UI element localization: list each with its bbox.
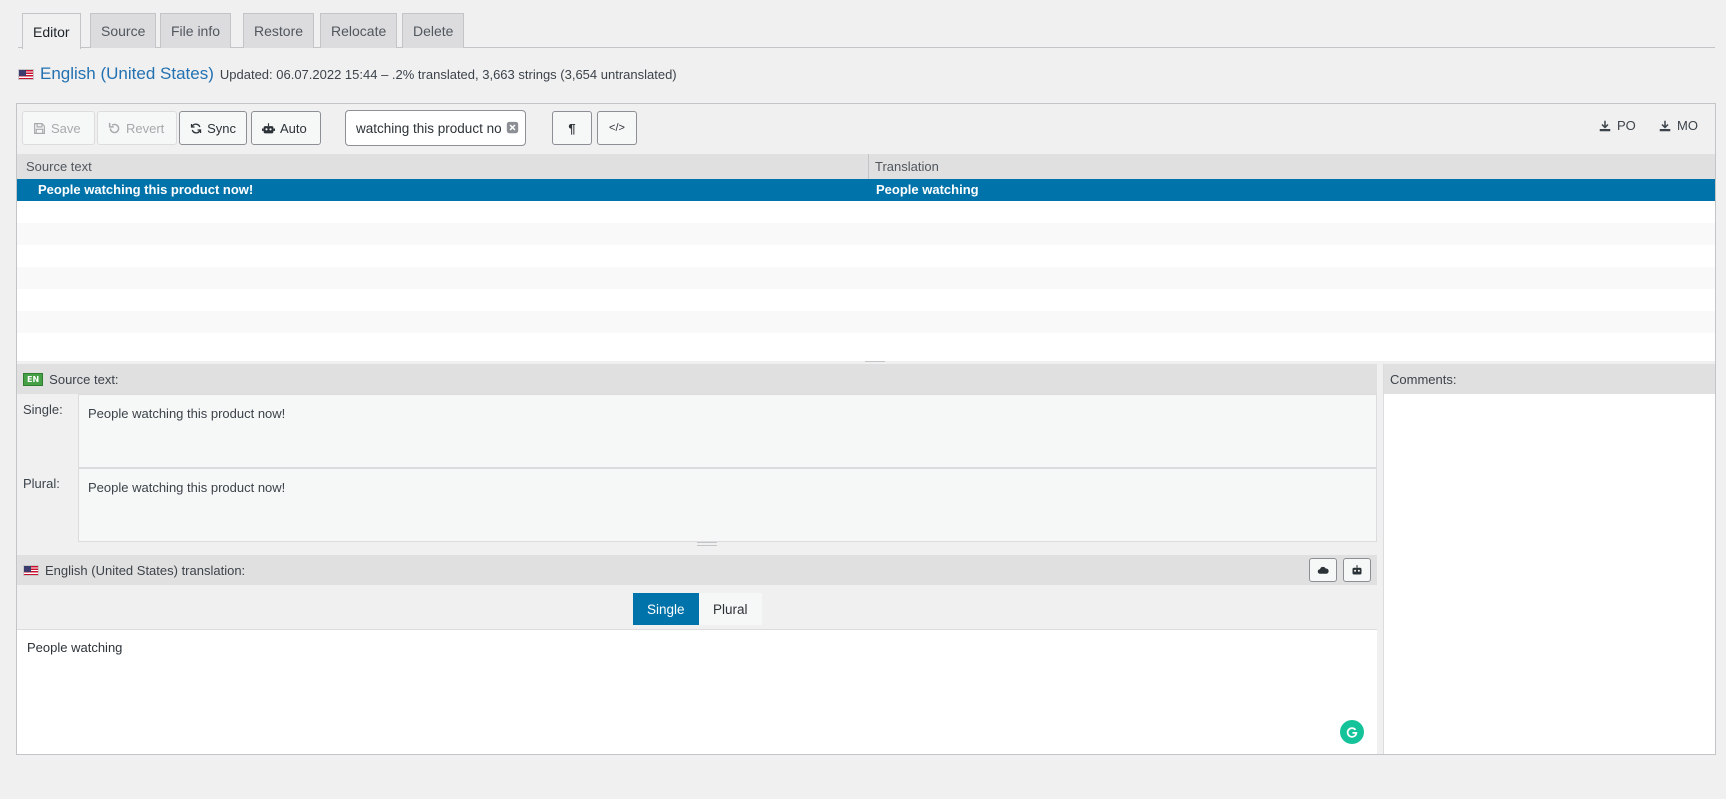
column-header-source[interactable]: Source text (17, 154, 869, 179)
en-language-badge: EN (23, 372, 44, 386)
tab-translation-plural[interactable]: Plural (699, 593, 762, 625)
tab-delete[interactable]: Delete (402, 13, 465, 48)
translation-textarea[interactable]: People watching (17, 629, 1377, 754)
sync-icon (190, 122, 202, 134)
po-label: PO (1617, 118, 1636, 133)
cloud-icon (1317, 566, 1329, 574)
save-button[interactable]: Save (22, 111, 95, 145)
tab-restore[interactable]: Restore (243, 13, 315, 48)
editor-tabs: Editor Source File info Restore Relocate… (18, 13, 1715, 49)
revert-icon (108, 122, 120, 133)
comments-pane: Comments: (1383, 364, 1715, 754)
source-pane: EN Source text: Single: People watching … (17, 364, 1377, 552)
translation-pane-title: English (United States) translation: (45, 562, 246, 578)
sync-button[interactable]: Sync (179, 111, 247, 145)
source-single-field[interactable]: People watching this product now! (78, 394, 1377, 468)
code-view-toggle-button[interactable]: </> (597, 111, 637, 145)
empty-row (17, 223, 1715, 245)
plural-label: Plural: (23, 476, 60, 491)
mo-label: MO (1677, 118, 1698, 133)
download-icon (1599, 120, 1611, 131)
source-resize-handle[interactable] (697, 542, 717, 546)
empty-row (17, 201, 1715, 223)
tab-file-info[interactable]: File info (160, 13, 232, 48)
editor-panel: Save Revert Sync Auto ¶ </> PO MO (16, 103, 1716, 755)
list-row[interactable]: People watching this product now! People… (17, 179, 1715, 201)
tab-translation-single[interactable]: Single (633, 593, 699, 625)
invisibles-toggle-button[interactable]: ¶ (552, 111, 592, 145)
download-mo-button[interactable]: MO (1659, 118, 1698, 133)
source-plural-field[interactable]: People watching this product now! (78, 468, 1377, 542)
locale-header: English (United States) Updated: 06.07.2… (18, 64, 677, 84)
source-pane-header: EN Source text: (17, 364, 1377, 394)
download-po-button[interactable]: PO (1599, 118, 1636, 133)
download-icon (1659, 120, 1671, 131)
tab-editor[interactable]: Editor (22, 13, 81, 49)
column-header-translation[interactable]: Translation (869, 154, 1715, 179)
pilcrow-icon: ¶ (568, 120, 576, 136)
code-icon: </> (609, 122, 625, 134)
translation-pane: English (United States) translation: Sin… (17, 555, 1377, 754)
editor-toolbar: Save Revert Sync Auto ¶ </> PO MO (17, 104, 1715, 154)
clear-search-icon[interactable] (506, 121, 519, 134)
us-flag-icon (18, 68, 34, 80)
list-header: Source text Translation (17, 154, 1715, 179)
revert-label: Revert (126, 120, 165, 136)
save-icon (34, 122, 45, 134)
empty-row (17, 333, 1715, 355)
single-label: Single: (23, 402, 63, 417)
row-source-text: People watching this product now! (38, 182, 254, 197)
robot-icon (1352, 565, 1362, 575)
translation-pane-header: English (United States) translation: (17, 555, 1377, 585)
empty-row (17, 267, 1715, 289)
translation-stats: Updated: 06.07.2022 15:44 – .2% translat… (219, 66, 677, 82)
empty-row (17, 289, 1715, 311)
auto-label: Auto (280, 120, 307, 136)
string-list: Source text Translation People watching … (17, 154, 1715, 361)
cloud-suggest-button[interactable] (1309, 558, 1337, 582)
sync-label: Sync (207, 120, 236, 136)
comments-title: Comments: (1390, 371, 1457, 387)
empty-row (17, 245, 1715, 267)
comments-header: Comments: (1384, 364, 1715, 394)
tab-source[interactable]: Source (90, 13, 157, 48)
translation-text: People watching (27, 640, 123, 655)
source-pane-title: Source text: (49, 371, 119, 387)
us-flag-icon (23, 564, 39, 576)
grammarly-icon[interactable] (1340, 720, 1364, 744)
language-link[interactable]: English (United States) (40, 64, 214, 84)
empty-row (17, 311, 1715, 333)
auto-translate-button[interactable]: Auto (251, 111, 321, 145)
machine-translate-button[interactable] (1343, 558, 1371, 582)
revert-button[interactable]: Revert (97, 111, 177, 145)
save-label: Save (51, 120, 81, 136)
search-input[interactable] (345, 110, 526, 146)
robot-icon (262, 122, 275, 133)
tab-relocate[interactable]: Relocate (320, 13, 398, 48)
row-translation-text: People watching (876, 182, 979, 197)
